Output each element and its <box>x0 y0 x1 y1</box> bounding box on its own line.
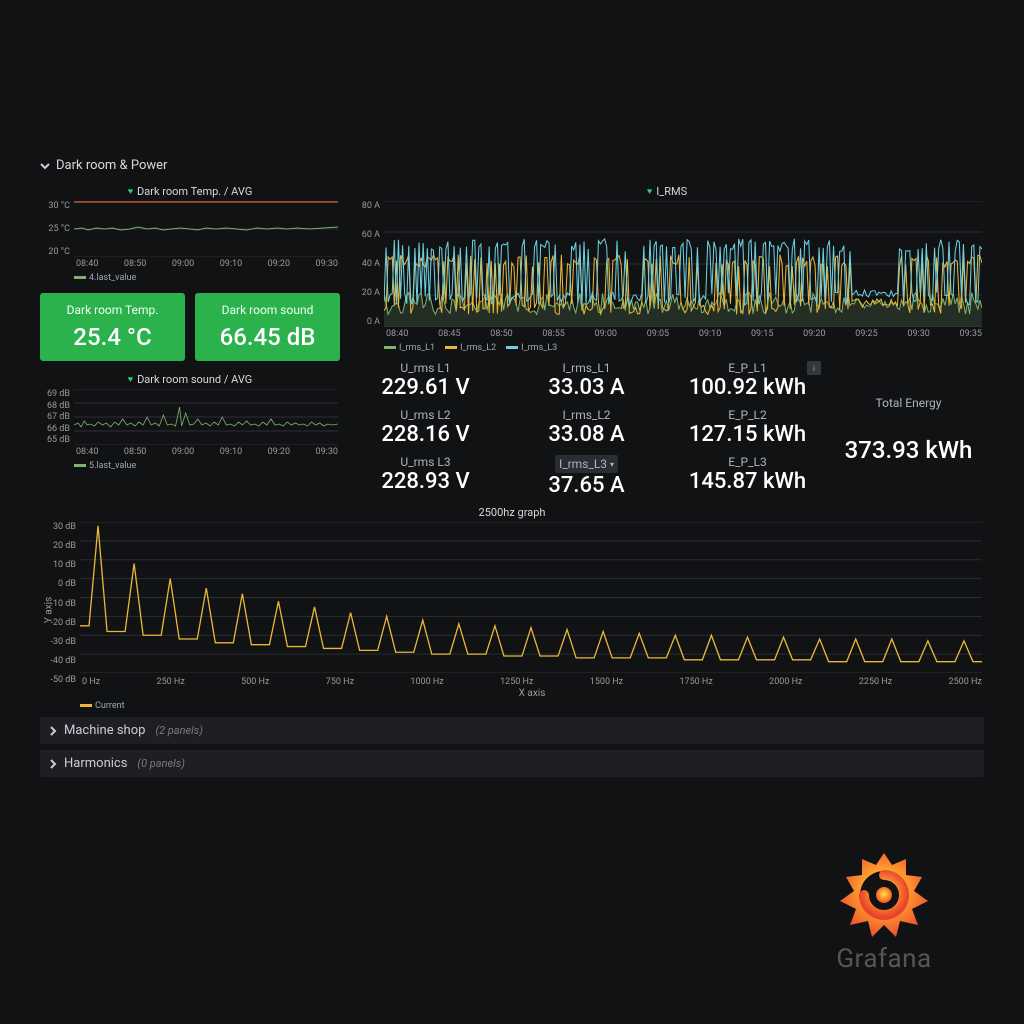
stat-total-energy[interactable]: Total Energy 373.93 kWh <box>833 359 984 500</box>
panel-title-text: 2500hz graph <box>479 506 546 519</box>
legend-item[interactable]: I_rms_L3 <box>521 343 557 353</box>
y-axis-ticks: 30 dB20 dB 10 dB0 dB -10 dB-20 dB -30 dB… <box>40 522 80 685</box>
info-icon[interactable]: i <box>807 361 821 375</box>
panel-temp-avg[interactable]: ♥ Dark room Temp. / AVG 30 °C 25 °C 20 °… <box>40 183 340 283</box>
chevron-down-icon: ▾ <box>610 460 614 469</box>
panel-title-text: Dark room sound / AVG <box>137 373 252 386</box>
legend-item[interactable]: 4.last_value <box>89 273 136 283</box>
x-axis-ticks: 08:4008:50 09:0009:10 09:2009:30 <box>74 259 340 269</box>
panel-2500hz[interactable]: 2500hz graph Y axis 30 dB20 dB 10 dB0 dB… <box>40 504 984 711</box>
stat-irms-l1[interactable]: I_rms_L1 33.03 A <box>511 359 662 402</box>
y-axis-ticks: 69 dB 68 dB 67 dB 66 dB 65 dB <box>40 389 74 445</box>
stat-irms-l3[interactable]: I_rms_L3 ▾ 37.65 A <box>511 453 662 500</box>
stat-urms-l1[interactable]: U_rms L1 229.61 V <box>350 359 501 402</box>
chevron-right-icon <box>48 726 58 736</box>
panel-irms[interactable]: ♥ I_RMS 80 A 60 A 40 A 20 A 0 A <box>350 183 984 353</box>
stat-ep-l1[interactable]: i E_P_L1 100.92 kWh <box>672 359 823 402</box>
row-toggle-machine-shop[interactable]: Machine shop (2 panels) <box>40 717 984 744</box>
panel-menu-trigger[interactable]: I_rms_L3 ▾ <box>555 455 618 473</box>
chevron-right-icon <box>48 759 58 769</box>
heart-icon: ♥ <box>128 186 133 197</box>
row-title: Dark room & Power <box>56 158 167 173</box>
panel-count: (0 panels) <box>137 757 185 770</box>
legend-item[interactable]: I_rms_L1 <box>399 343 435 353</box>
legend-item[interactable]: 5.last_value <box>89 461 136 471</box>
x-axis-ticks: 0 Hz250 Hz 500 Hz750 Hz 1000 Hz1250 Hz 1… <box>80 677 984 687</box>
y-axis-ticks: 30 °C 25 °C 20 °C <box>40 201 74 257</box>
row-title: Harmonics <box>64 756 127 771</box>
row-toggle-harmonics[interactable]: Harmonics (0 panels) <box>40 750 984 777</box>
x-axis-ticks: 08:4008:50 09:0009:10 09:2009:30 <box>74 447 340 457</box>
stat-dark-room-temp[interactable]: Dark room Temp. 25.4 °C <box>40 293 185 361</box>
panel-title-text: I_RMS <box>656 185 687 198</box>
heart-icon: ♥ <box>647 186 652 197</box>
stat-urms-l2[interactable]: U_rms L2 228.16 V <box>350 406 501 449</box>
x-axis-ticks: 08:4008:45 08:5008:55 09:0009:05 09:1009… <box>384 329 984 339</box>
grafana-logo: Grafana <box>834 845 934 974</box>
panel-count: (2 panels) <box>155 724 203 737</box>
stat-dark-room-sound[interactable]: Dark room sound 66.45 dB <box>195 293 340 361</box>
x-axis-label: X axis <box>80 688 984 699</box>
stat-ep-l2[interactable]: E_P_L2 127.15 kWh <box>672 406 823 449</box>
stat-ep-l3[interactable]: E_P_L3 145.87 kWh <box>672 453 823 500</box>
chevron-down-icon <box>40 161 50 171</box>
stat-irms-l2[interactable]: I_rms_L2 33.08 A <box>511 406 662 449</box>
row-toggle-darkroom[interactable]: Dark room & Power <box>40 154 984 177</box>
y-axis-ticks: 80 A 60 A 40 A 20 A 0 A <box>350 201 384 327</box>
panel-sound-avg[interactable]: ♥ Dark room sound / AVG 69 dB 68 dB 67 d… <box>40 371 340 471</box>
stat-urms-l3[interactable]: U_rms L3 228.93 V <box>350 453 501 500</box>
panel-title-text: Dark room Temp. / AVG <box>137 185 252 198</box>
legend-item[interactable]: Current <box>95 701 125 711</box>
logo-text: Grafana <box>834 944 934 974</box>
row-title: Machine shop <box>64 723 145 738</box>
heart-icon: ♥ <box>128 374 133 385</box>
legend-item[interactable]: I_rms_L2 <box>460 343 496 353</box>
